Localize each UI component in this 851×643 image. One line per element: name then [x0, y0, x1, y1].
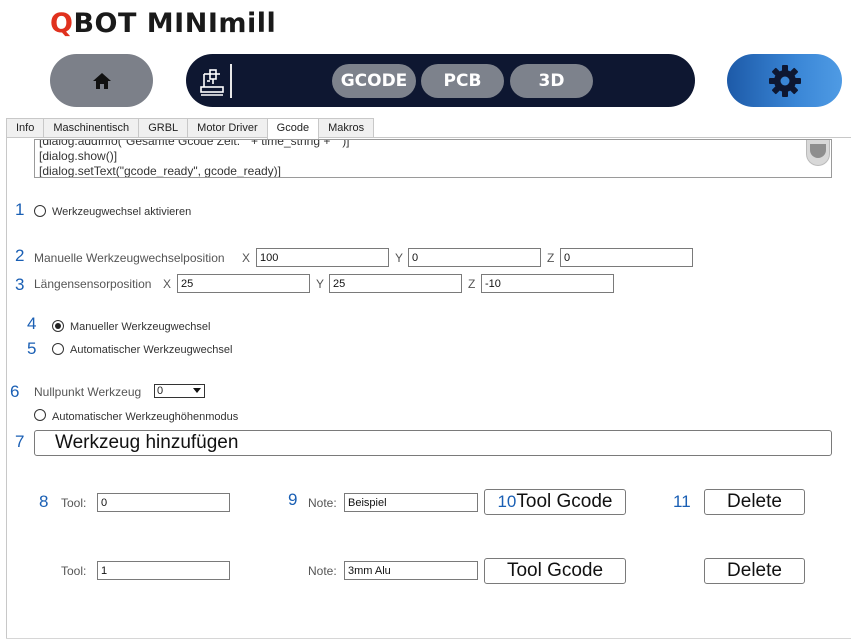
app-logo: QBOT MINImill [50, 8, 277, 39]
annotation-2: 2 [15, 246, 25, 265]
sensor-y-input[interactable] [329, 274, 462, 293]
content-border-bottom [6, 638, 851, 639]
manual-x-label: X [242, 251, 251, 265]
zero-tool-select[interactable]: 0 [154, 384, 205, 398]
gear-icon [768, 64, 801, 97]
annotation-10: 10 [497, 492, 517, 511]
manual-z-input[interactable] [560, 248, 693, 267]
delete-tool-button[interactable]: Delete [704, 489, 805, 515]
annotation-11: 11 [673, 492, 691, 511]
home-icon [92, 72, 111, 89]
tab-grbl[interactable]: GRBL [138, 118, 189, 138]
sensor-y-label: Y [316, 277, 325, 291]
manual-toolchange-radio[interactable] [52, 320, 64, 332]
gcode-script-textarea[interactable]: [dialog.addInfo("Gesamte Gcode Zeit: " +… [34, 139, 832, 178]
sensor-x-input[interactable] [177, 274, 310, 293]
tool-note-input[interactable] [344, 493, 478, 512]
sensor-position-label: Längensensorposition [34, 277, 152, 291]
manual-y-input[interactable] [408, 248, 541, 267]
annotation-9: 9 [288, 490, 298, 509]
tab-info[interactable]: Info [6, 118, 45, 138]
mode-nav-bar: GCODE PCB 3D [186, 54, 695, 107]
settings-tabs: Info Maschinentisch GRBL Motor Driver Gc… [6, 118, 375, 139]
annotation-3: 3 [15, 275, 25, 294]
manual-toolchange-label: Manueller Werkzeugwechsel [70, 321, 211, 333]
manual-position-label: Manuelle Werkzeugwechselposition [34, 251, 225, 265]
annotation-8: 8 [39, 492, 49, 511]
machine-icon[interactable] [198, 65, 226, 97]
note-label: Note: [308, 496, 337, 510]
nav-divider [230, 64, 232, 98]
tab-gcode[interactable]: Gcode [266, 118, 320, 139]
annotation-4: 4 [27, 314, 37, 333]
sensor-x-label: X [163, 277, 172, 291]
tool-gcode-button[interactable]: Tool Gcode [484, 558, 626, 584]
sensor-z-label: Z [468, 277, 476, 291]
annotation-6: 6 [10, 382, 20, 401]
manual-x-input[interactable] [256, 248, 389, 267]
tool-note-input[interactable] [344, 561, 478, 580]
enable-toolchange-label: Werkzeugwechsel aktivieren [52, 206, 192, 218]
3d-mode-button[interactable]: 3D [510, 64, 593, 98]
tool-gcode-label: Tool Gcode [516, 491, 613, 512]
tool-number-input[interactable] [97, 493, 230, 512]
home-button[interactable] [50, 54, 153, 107]
tool-gcode-button[interactable]: 10Tool Gcode [484, 489, 626, 515]
code-line: [dialog.addInfo("Gesamte Gcode Zeit: " +… [39, 139, 350, 148]
manual-z-label: Z [547, 251, 555, 265]
auto-height-label: Automatischer Werkzeughöhenmodus [52, 411, 239, 423]
sensor-z-input[interactable] [481, 274, 614, 293]
code-line: [dialog.show()] [39, 149, 118, 163]
tab-maschinentisch[interactable]: Maschinentisch [43, 118, 140, 138]
zero-tool-value: 0 [157, 385, 164, 397]
tab-makros[interactable]: Makros [318, 118, 375, 138]
auto-toolchange-label: Automatischer Werkzeugwechsel [70, 344, 233, 356]
tab-motor-driver[interactable]: Motor Driver [187, 118, 268, 138]
zero-tool-label: Nullpunkt Werkzeug [34, 385, 142, 399]
dropdown-arrow-icon [193, 388, 201, 393]
code-line: [dialog.setText("gcode_ready", gcode_rea… [39, 164, 281, 178]
enable-toolchange-radio[interactable] [34, 205, 46, 217]
settings-button[interactable] [727, 54, 842, 107]
auto-height-radio[interactable] [34, 409, 46, 421]
note-label: Note: [308, 564, 337, 578]
content-border [6, 137, 7, 639]
tool-label: Tool: [61, 496, 87, 510]
annotation-7: 7 [15, 432, 25, 451]
tool-label: Tool: [61, 564, 87, 578]
add-tool-button[interactable]: Werkzeug hinzufügen [34, 430, 832, 456]
gcode-mode-button[interactable]: GCODE [332, 64, 416, 98]
delete-tool-button[interactable]: Delete [704, 558, 805, 584]
annotation-5: 5 [27, 339, 37, 358]
tabs-divider [6, 137, 851, 138]
annotation-1: 1 [15, 200, 25, 219]
tool-number-input[interactable] [97, 561, 230, 580]
manual-y-label: Y [395, 251, 404, 265]
textarea-scrollbar[interactable] [806, 140, 830, 166]
pcb-mode-button[interactable]: PCB [421, 64, 504, 98]
auto-toolchange-radio[interactable] [52, 343, 64, 355]
